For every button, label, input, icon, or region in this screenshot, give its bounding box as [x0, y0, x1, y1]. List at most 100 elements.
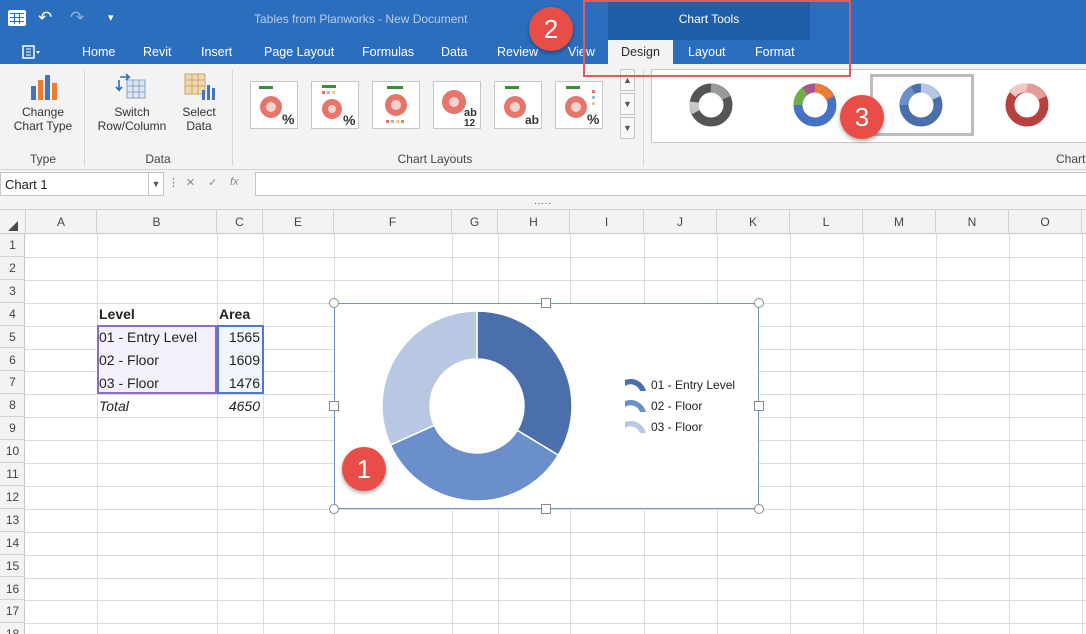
name-box-dropdown-icon[interactable]: ▼: [148, 173, 163, 195]
column-header-k[interactable]: K: [717, 210, 790, 234]
chart-layout-4[interactable]: ab 12: [433, 81, 481, 129]
doughnut-chart[interactable]: 01 - Entry Level 02 - Floor 03 - Floor: [334, 303, 759, 509]
column-header-j[interactable]: J: [644, 210, 717, 234]
area-cell[interactable]: 1476: [219, 372, 260, 394]
resize-handle[interactable]: [329, 298, 339, 308]
layout-2-text: %: [343, 112, 356, 128]
doughnut-slice[interactable]: [381, 310, 478, 447]
area-cell[interactable]: 1609: [219, 349, 260, 371]
row-header-2[interactable]: 2: [0, 257, 25, 280]
gallery-scroll-down-icon[interactable]: ▼: [620, 93, 635, 115]
chart-layout-1[interactable]: %: [250, 81, 298, 129]
row-header-5[interactable]: 5: [0, 326, 25, 349]
formula-bar: Chart 1 ▼ ⋮ ✕ ✓ fx: [0, 170, 1086, 198]
chart-layout-2[interactable]: %: [311, 81, 359, 129]
row-header-17[interactable]: 17: [0, 600, 25, 624]
row-header-6[interactable]: 6: [0, 349, 25, 372]
doughnut-layout-icon: %: [259, 86, 295, 127]
drag-handle-icon[interactable]: ⋮: [168, 176, 179, 189]
row-header-4[interactable]: 4: [0, 303, 25, 326]
redo-icon[interactable]: ↷: [70, 8, 84, 28]
tab-formulas[interactable]: Formulas: [362, 40, 414, 64]
group-chart-styles-label: Chart: [1056, 152, 1086, 166]
row-header-15[interactable]: 15: [0, 555, 25, 578]
change-chart-type-button[interactable]: Change Chart Type: [8, 72, 78, 133]
gallery-expand-icon[interactable]: ▼: [620, 117, 635, 139]
resize-handle[interactable]: [754, 401, 764, 411]
column-header-g[interactable]: G: [452, 210, 498, 234]
cancel-icon[interactable]: ✕: [186, 176, 195, 189]
formula-input[interactable]: [255, 172, 1086, 196]
select-all-corner[interactable]: [0, 210, 26, 234]
level-cell[interactable]: 01 - Entry Level: [99, 326, 197, 348]
row-headers: 1 2 3 4 5 6 7 8 9 10 11 12 13 14 15 16 1…: [0, 234, 25, 634]
grid-line: [1009, 234, 1010, 634]
file-menu-icon[interactable]: [22, 45, 42, 59]
row-header-9[interactable]: 9: [0, 417, 25, 441]
switch-row-column-label-1: Switch: [114, 105, 150, 119]
column-header-b[interactable]: B: [97, 210, 217, 234]
legend-label: 01 - Entry Level: [651, 378, 735, 392]
group-data-label: Data: [145, 152, 171, 166]
row-header-10[interactable]: 10: [0, 440, 25, 463]
tab-data[interactable]: Data: [441, 40, 467, 64]
resize-handle[interactable]: [541, 298, 551, 308]
tab-home[interactable]: Home: [82, 40, 115, 64]
total-value-cell[interactable]: 4650: [219, 395, 260, 417]
column-header-e[interactable]: E: [263, 210, 334, 234]
undo-icon[interactable]: ↶: [38, 8, 52, 28]
tab-insert[interactable]: Insert: [201, 40, 232, 64]
chart-style-3[interactable]: [870, 74, 974, 136]
column-header-f[interactable]: F: [334, 210, 452, 234]
row-header-8[interactable]: 8: [0, 394, 25, 418]
area-cell[interactable]: 1565: [219, 326, 260, 348]
row-header-7[interactable]: 7: [0, 371, 25, 395]
level-cell[interactable]: 03 - Floor: [99, 372, 159, 394]
level-cell[interactable]: 02 - Floor: [99, 349, 159, 371]
grid-line: [25, 256, 1086, 258]
resize-handle[interactable]: [329, 504, 339, 514]
enter-icon[interactable]: ✓: [208, 176, 217, 189]
select-data-button[interactable]: Select Data: [173, 72, 225, 133]
row-header-18[interactable]: 18: [0, 623, 25, 634]
column-header-o[interactable]: O: [1009, 210, 1082, 234]
row-header-1[interactable]: 1: [0, 234, 25, 257]
resize-handle[interactable]: [754, 504, 764, 514]
insert-function-icon[interactable]: fx: [230, 176, 239, 188]
formula-bar-splitter[interactable]: .....: [0, 197, 1086, 210]
doughnut-layout-icon: ab 12: [442, 90, 477, 129]
group-type-label: Type: [29, 152, 56, 166]
switch-row-column-button[interactable]: Switch Row/Column: [92, 72, 172, 133]
column-header-l[interactable]: L: [790, 210, 863, 234]
column-header-i[interactable]: I: [570, 210, 644, 234]
resize-handle[interactable]: [754, 298, 764, 308]
row-header-14[interactable]: 14: [0, 532, 25, 555]
column-header-a[interactable]: A: [26, 210, 97, 234]
total-label-cell[interactable]: Total: [99, 395, 129, 417]
chart-layout-6[interactable]: %: [555, 81, 603, 129]
row-header-13[interactable]: 13: [0, 509, 25, 532]
tab-page-layout[interactable]: Page Layout: [264, 40, 334, 64]
chart-layout-5[interactable]: ab: [494, 81, 542, 129]
column-header-m[interactable]: M: [863, 210, 936, 234]
chart-style-4[interactable]: [1002, 80, 1052, 130]
tab-revit[interactable]: Revit: [143, 40, 171, 64]
chart-style-2[interactable]: [790, 80, 840, 130]
chart-layout-3[interactable]: [372, 81, 420, 129]
resize-handle[interactable]: [329, 401, 339, 411]
name-box[interactable]: Chart 1: [0, 172, 164, 196]
row-header-11[interactable]: 11: [0, 463, 25, 486]
column-header-h[interactable]: H: [498, 210, 570, 234]
row-header-3[interactable]: 3: [0, 280, 25, 303]
row-header-12[interactable]: 12: [0, 486, 25, 509]
column-header-c[interactable]: C: [217, 210, 263, 234]
row-header-16[interactable]: 16: [0, 578, 25, 601]
resize-handle[interactable]: [541, 504, 551, 514]
tab-review[interactable]: Review: [497, 40, 538, 64]
column-header-n[interactable]: N: [936, 210, 1009, 234]
quick-access-menu-icon[interactable]: ▾: [108, 8, 114, 28]
header-level-cell[interactable]: Level: [99, 303, 135, 325]
chart-style-1[interactable]: [686, 80, 736, 130]
doughnut-slice[interactable]: [476, 310, 573, 457]
header-area-cell[interactable]: Area: [219, 303, 250, 325]
